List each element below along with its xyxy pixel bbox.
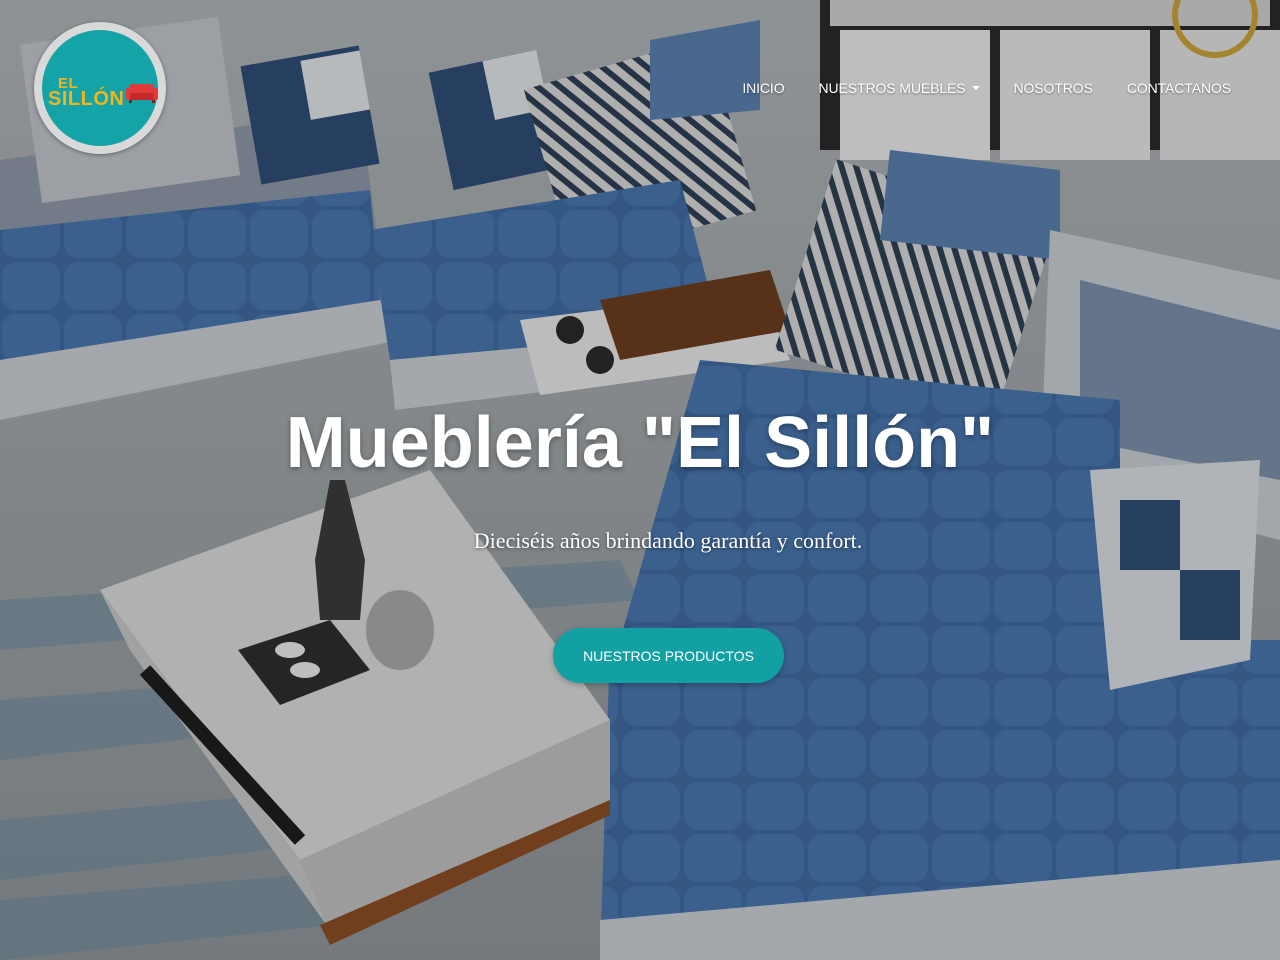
logo-text-sillon: SILLÓN (48, 88, 125, 110)
nuestros-productos-button[interactable]: NUESTROS PRODUCTOS (553, 628, 784, 683)
hero-title: Mueblería "El Sillón" (285, 403, 995, 483)
nav-item-nosotros[interactable]: NOSOTROS (997, 78, 1110, 98)
nav-item-inicio[interactable]: INICIO (725, 78, 801, 98)
nav-item-contactanos[interactable]: CONTACTANOS (1110, 78, 1248, 98)
nav-label: CONTACTANOS (1126, 80, 1231, 96)
logo-badge: EL SILLÓN (42, 30, 158, 146)
nav-item-nuestros-muebles[interactable]: NUESTROS MUEBLES (802, 78, 997, 98)
caret-down-icon (971, 86, 980, 90)
nav-label: INICIO (742, 80, 785, 96)
main-nav: INICIO NUESTROS MUEBLES NOSOTROS CONTACT… (725, 78, 1248, 98)
nav-label: NUESTROS MUEBLES (818, 80, 966, 96)
sofa-icon (126, 84, 158, 103)
nav-label: NOSOTROS (1013, 80, 1093, 96)
hero-subtitle: Dieciséis años brindando garantía y conf… (473, 528, 863, 553)
brand-logo[interactable]: EL SILLÓN (34, 22, 166, 154)
